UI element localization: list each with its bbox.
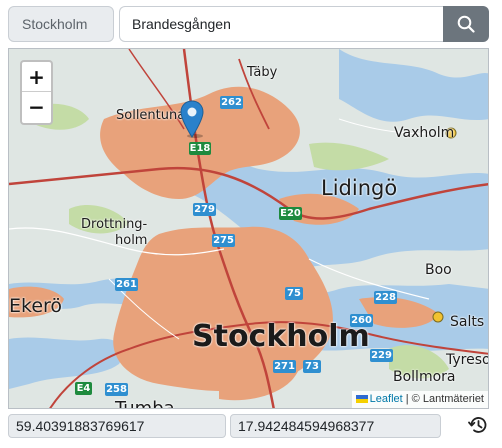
road-sign-262: 262 (220, 96, 243, 109)
place-label-stockholm: Stockholm (192, 319, 370, 354)
search-button[interactable] (443, 6, 489, 42)
ukraine-flag-icon (355, 395, 368, 404)
place-label-tumba: Tumba (115, 398, 175, 409)
street-search-input[interactable]: Brandesgången (119, 6, 443, 42)
road-sign-73: 73 (303, 360, 321, 373)
road-sign-275: 275 (212, 234, 235, 247)
map-attribution: Leaflet | © Lantmäteriet (351, 391, 488, 408)
zoom-control: + − (20, 60, 53, 125)
place-label-saltsjobaden: Salts (450, 314, 485, 330)
zoom-out-button[interactable]: − (22, 92, 51, 122)
place-label-tyreso: Tyreso (446, 352, 489, 368)
search-bar: Stockholm Brandesgången (8, 6, 489, 42)
road-sign-e18: E18 (189, 142, 211, 155)
zoom-in-button[interactable]: + (22, 62, 51, 92)
leaflet-link[interactable]: Leaflet (370, 393, 403, 405)
city-field[interactable]: Stockholm (8, 6, 114, 42)
road-sign-228: 228 (374, 291, 397, 304)
road-sign-229: 229 (370, 349, 393, 362)
place-label-vaxholm: Vaxholm (394, 125, 455, 141)
latitude-field[interactable]: 59.40391883769617 (8, 414, 226, 438)
road-sign-261: 261 (115, 278, 138, 291)
map-marker-icon[interactable] (180, 100, 204, 138)
place-label-ekero: Ekerö (9, 295, 63, 317)
longitude-field[interactable]: 17.942484594968377 (230, 414, 441, 438)
road-sign-75: 75 (285, 287, 303, 300)
place-label-sollentuna: Sollentuna (116, 108, 186, 123)
place-label-bollmora: Bollmora (393, 369, 456, 385)
search-icon (457, 15, 475, 33)
road-sign-e4: E4 (75, 382, 92, 395)
road-sign-271: 271 (273, 360, 296, 373)
road-sign-258: 258 (105, 383, 128, 396)
attribution-provider: Lantmäteriet (422, 393, 484, 405)
road-sign-e20: E20 (279, 207, 302, 220)
attribution-separator: | © (402, 393, 423, 405)
place-label-taby: Täby (247, 65, 278, 80)
coordinates-row: 59.40391883769617 17.942484594968377 (8, 414, 492, 438)
road-sign-260: 260 (350, 314, 373, 327)
place-label-lidingo: Lidingö (321, 176, 398, 200)
place-label-boo: Boo (425, 262, 452, 278)
history-icon[interactable] (467, 414, 489, 436)
place-label-drottningholm-2: holm (115, 233, 148, 248)
road-sign-279: 279 (193, 203, 216, 216)
place-label-drottningholm-1: Drottning- (81, 217, 148, 232)
map-view[interactable]: Täby Sollentuna Vaxholm Lidingö Drottnin… (8, 48, 489, 409)
